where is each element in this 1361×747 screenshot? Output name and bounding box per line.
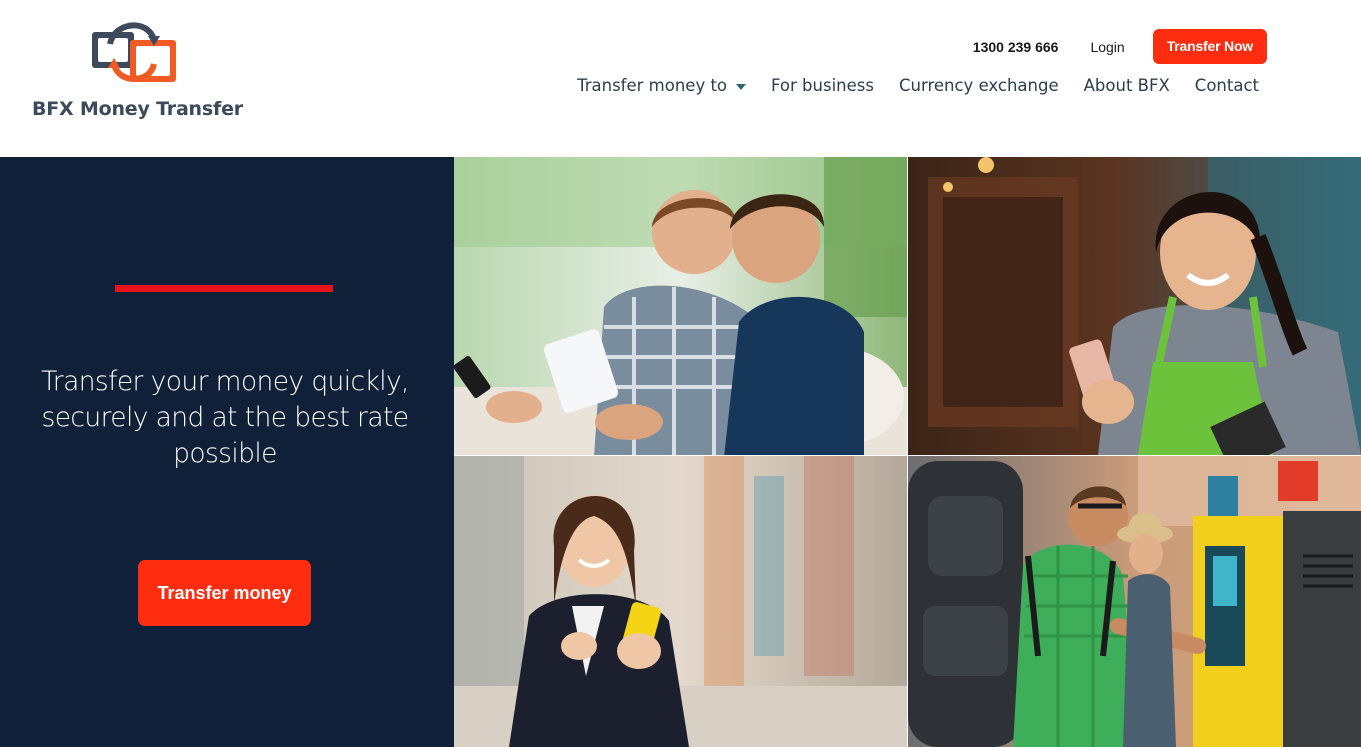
photo-woman-in-blazer-with-yellow-phone (454, 456, 907, 747)
bfx-logo-icon (92, 22, 176, 82)
logo-link[interactable]: BFX Money Transfer (30, 14, 243, 129)
site-header: BFX Money Transfer 1300 239 666 Login Tr… (0, 0, 1361, 157)
accent-divider (115, 285, 333, 292)
login-link[interactable]: Login (1090, 39, 1124, 55)
nav-item-label: Transfer money to (577, 76, 728, 95)
transfer-money-button[interactable]: Transfer money (138, 560, 311, 626)
hero-panel: Transfer your money quickly, securely an… (0, 157, 454, 747)
top-utility-links: 1300 239 666 Login Transfer Now (973, 29, 1267, 64)
logo-text: BFX Money Transfer (32, 98, 243, 120)
nav-item-transfer-money-to[interactable]: Transfer money to (577, 76, 747, 95)
photo-two-men-with-phone-and-tablet (454, 157, 907, 455)
photo-backpackers-at-atm-kiosk (908, 456, 1361, 747)
nav-item-about-bfx[interactable]: About BFX (1084, 76, 1170, 95)
transfer-now-button[interactable]: Transfer Now (1152, 29, 1267, 64)
hero-tagline: Transfer your money quickly, securely an… (41, 366, 409, 469)
nav-item-for-business[interactable]: For business (771, 76, 874, 95)
nav-item-currency-exchange[interactable]: Currency exchange (899, 76, 1059, 95)
chevron-down-icon (736, 83, 747, 90)
nav-item-contact[interactable]: Contact (1195, 76, 1259, 95)
photo-smiling-woman-in-apron-with-phone (908, 157, 1361, 455)
main-nav: Transfer money to For business Currency … (577, 76, 1259, 95)
phone-link[interactable]: 1300 239 666 (973, 39, 1059, 55)
